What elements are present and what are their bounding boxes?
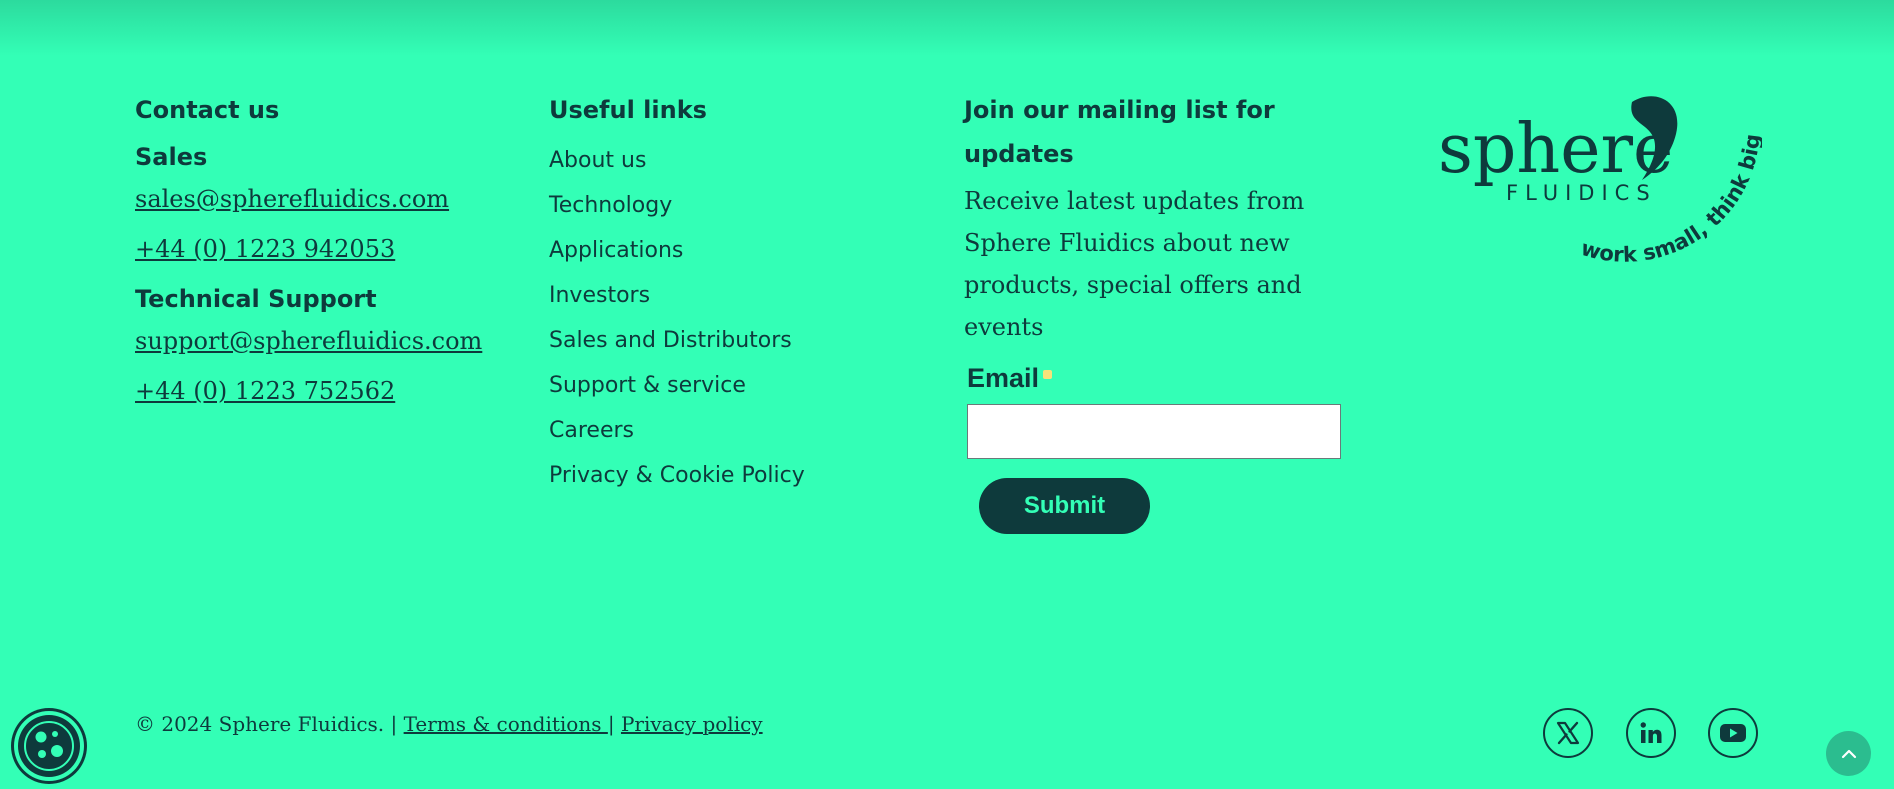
chevron-up-icon xyxy=(1841,749,1856,758)
x-icon xyxy=(1556,721,1580,745)
youtube-social-link[interactable] xyxy=(1708,708,1758,758)
logo-graphic: sphere FLUIDICS work small, think big xyxy=(1438,96,1765,267)
link-support-service[interactable]: Support & service xyxy=(549,363,929,408)
privacy-link[interactable]: Privacy policy xyxy=(621,712,763,736)
submit-button[interactable]: Submit xyxy=(979,478,1150,534)
link-technology[interactable]: Technology xyxy=(549,183,929,228)
link-applications[interactable]: Applications xyxy=(549,228,929,273)
contact-section: Contact us Sales sales@spherefluidics.co… xyxy=(135,88,515,424)
useful-links-heading: Useful links xyxy=(549,96,707,124)
link-about-us[interactable]: About us xyxy=(549,138,929,183)
link-careers[interactable]: Careers xyxy=(549,408,929,453)
sales-heading: Sales xyxy=(135,143,208,171)
footer-legal: © 2024 Sphere Fluidics. | Terms & condit… xyxy=(135,712,763,736)
link-sales-distributors[interactable]: Sales and Distributors xyxy=(549,318,929,363)
youtube-icon xyxy=(1720,724,1746,742)
link-investors[interactable]: Investors xyxy=(549,273,929,318)
top-shadow xyxy=(0,0,1894,56)
support-email-link[interactable]: support@spherefluidics.com xyxy=(135,324,515,358)
cookie-icon xyxy=(24,721,74,771)
cookie-settings-button[interactable] xyxy=(14,711,84,781)
useful-links-section: Useful links About us Technology Applica… xyxy=(549,88,929,498)
legal-separator: | xyxy=(607,712,615,736)
email-label-text: Email xyxy=(967,363,1040,393)
contact-heading: Contact us xyxy=(135,96,280,124)
required-indicator xyxy=(1043,370,1053,379)
support-heading: Technical Support xyxy=(135,285,377,313)
scroll-to-top-button[interactable] xyxy=(1826,731,1871,776)
email-label: Email xyxy=(967,362,1344,394)
link-privacy-cookie[interactable]: Privacy & Cookie Policy xyxy=(549,453,929,498)
support-phone-link[interactable]: +44 (0) 1223 752562 xyxy=(135,374,515,408)
email-field[interactable] xyxy=(967,404,1341,459)
linkedin-social-link[interactable] xyxy=(1626,708,1676,758)
mailing-description: Receive latest updates from Sphere Fluid… xyxy=(964,187,1305,341)
linkedin-icon xyxy=(1640,722,1662,743)
sales-phone-link[interactable]: +44 (0) 1223 942053 xyxy=(135,232,515,266)
terms-link[interactable]: Terms & conditions xyxy=(404,712,608,736)
sales-email-link[interactable]: sales@spherefluidics.com xyxy=(135,182,515,216)
sphere-fluidics-logo[interactable]: sphere FLUIDICS work small, think big xyxy=(1432,92,1765,268)
logo-subword: FLUIDICS xyxy=(1506,181,1657,205)
copyright-text: © 2024 Sphere Fluidics. | xyxy=(135,712,398,736)
mailing-list-section: Join our mailing list for updates Receiv… xyxy=(964,88,1344,534)
logo-word: sphere xyxy=(1438,110,1673,189)
mailing-heading: Join our mailing list for updates xyxy=(964,96,1275,168)
useful-links-list: About us Technology Applications Investo… xyxy=(549,138,929,498)
x-social-link[interactable] xyxy=(1543,708,1593,758)
